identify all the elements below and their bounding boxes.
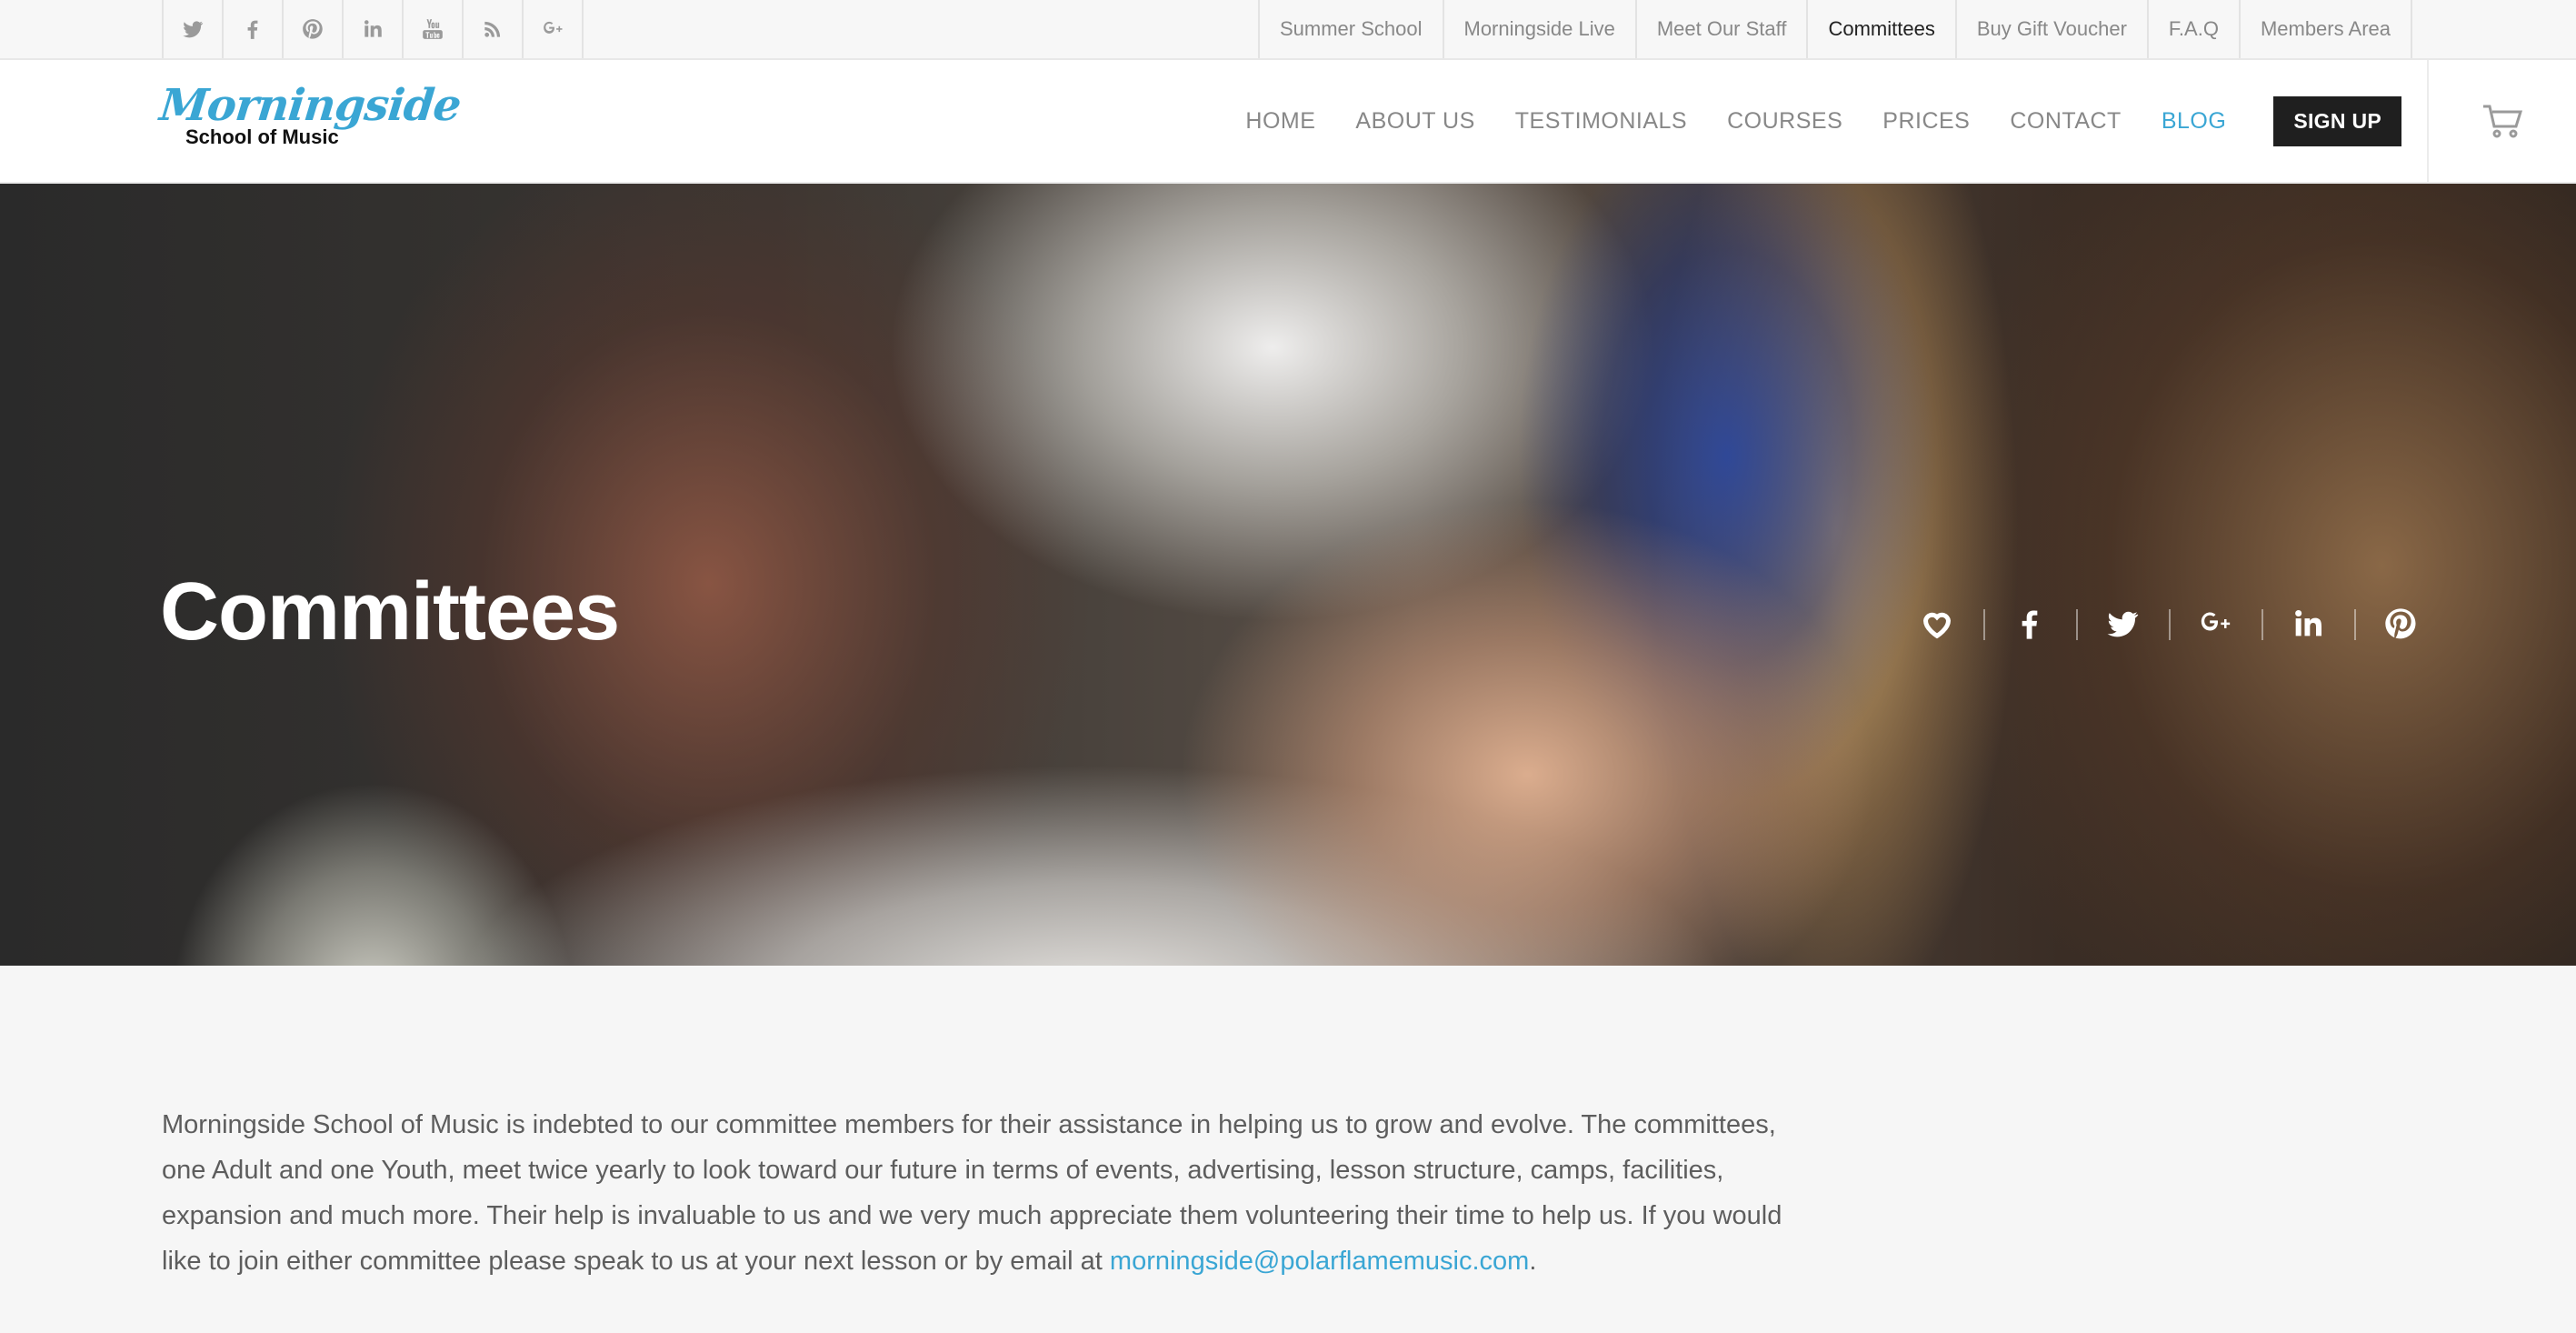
facebook-icon	[2022, 610, 2038, 639]
share-bar	[1891, 598, 2447, 649]
toplink-members-area[interactable]: Members Area	[2241, 0, 2412, 58]
rss-link[interactable]	[464, 0, 524, 58]
twitter-link[interactable]	[164, 0, 224, 58]
top-social-links	[162, 0, 584, 58]
signup-button[interactable]: SIGN UP	[2273, 95, 2401, 146]
top-utility-bar: Summer School Morningside Live Meet Our …	[0, 0, 2576, 60]
toplink-meet-our-staff[interactable]: Meet Our Staff	[1637, 0, 1809, 58]
cart-icon	[2483, 105, 2523, 138]
logo-script-text: Morningside	[157, 80, 464, 131]
nav-courses[interactable]: COURSES	[1727, 108, 1842, 135]
toplink-morningside-live[interactable]: Morningside Live	[1444, 0, 1637, 58]
cart-button[interactable]	[2427, 60, 2576, 182]
pinterest-link[interactable]	[284, 0, 344, 58]
pinterest-icon	[303, 19, 323, 39]
linkedin-link[interactable]	[344, 0, 404, 58]
pinterest-icon	[2385, 608, 2416, 639]
share-pinterest[interactable]	[2354, 598, 2447, 649]
youtube-link[interactable]	[404, 0, 464, 58]
email-link[interactable]: morningside@polarflamemusic.com	[1110, 1247, 1529, 1276]
nav-about-us[interactable]: ABOUT US	[1355, 108, 1474, 135]
share-facebook[interactable]	[1983, 598, 2076, 649]
page-title: Committees	[160, 566, 620, 657]
share-linkedin[interactable]	[2261, 598, 2354, 649]
linkedin-icon	[364, 20, 382, 37]
main-nav: HOME ABOUT US TESTIMONIALS COURSES PRICE…	[1205, 60, 2401, 182]
site-header: Morningside School of Music HOME ABOUT U…	[0, 60, 2576, 184]
hero-banner: Committees	[0, 184, 2576, 966]
facebook-icon	[247, 20, 258, 39]
facebook-link[interactable]	[224, 0, 284, 58]
heart-icon	[1922, 612, 1952, 639]
description-text: Morningside School of Music is indebted …	[162, 1110, 1782, 1276]
top-links: Summer School Morningside Live Meet Our …	[1257, 0, 2412, 58]
like-button[interactable]	[1891, 598, 1983, 649]
site-logo[interactable]: Morningside School of Music	[157, 80, 464, 164]
nav-home[interactable]: HOME	[1245, 108, 1315, 135]
linkedin-icon	[2295, 610, 2321, 636]
share-twitter[interactable]	[2076, 598, 2169, 649]
nav-prices[interactable]: PRICES	[1882, 108, 1970, 135]
nav-testimonials[interactable]: TESTIMONIALS	[1515, 108, 1687, 135]
youtube-icon	[423, 19, 443, 39]
nav-contact[interactable]: CONTACT	[2010, 108, 2121, 135]
twitter-icon	[183, 21, 204, 38]
share-google-plus[interactable]	[2169, 598, 2261, 649]
nav-blog[interactable]: BLOG	[2162, 108, 2226, 135]
committees-description: Morningside School of Music is indebted …	[162, 1102, 1816, 1284]
toplink-summer-school[interactable]: Summer School	[1260, 0, 1444, 58]
rss-icon	[484, 21, 501, 37]
google-plus-link[interactable]	[524, 0, 584, 58]
description-trailing: .	[1529, 1247, 1537, 1276]
toplink-committees[interactable]: Committees	[1808, 0, 1957, 58]
google-plus-icon	[2201, 612, 2231, 631]
twitter-icon	[2107, 611, 2139, 637]
toplink-buy-gift-voucher[interactable]: Buy Gift Voucher	[1957, 0, 2149, 58]
google-plus-icon	[544, 21, 563, 34]
toplink-faq[interactable]: F.A.Q	[2149, 0, 2241, 58]
